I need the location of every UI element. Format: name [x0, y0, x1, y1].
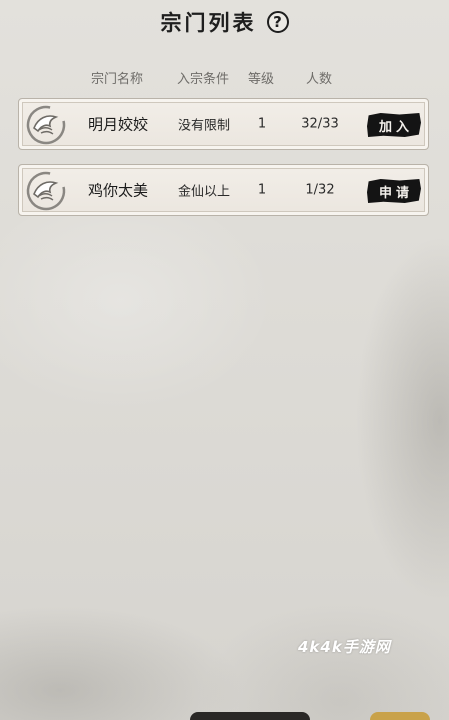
member-count: 1/32 — [305, 182, 335, 198]
page-title: 宗门列表 — [160, 10, 257, 35]
header-member-count: 人数 — [305, 72, 333, 87]
question-circle-icon[interactable]: ? — [266, 11, 289, 33]
table-row: 明月姣姣 没有限制 1 32/33 加入 — [18, 98, 429, 150]
apply-button[interactable]: 申请 — [367, 179, 421, 203]
crane-emblem-icon — [26, 171, 66, 211]
table-header: 宗门名称 入宗条件 等级 人数 — [0, 68, 449, 88]
member-count: 32/33 — [301, 116, 339, 132]
join-button[interactable]: 加入 — [367, 113, 421, 137]
join-condition: 金仙以上 — [177, 184, 231, 200]
header-sect-name: 宗门名称 — [90, 72, 144, 87]
table-row: 鸡你太美 金仙以上 1 1/32 申请 — [18, 164, 429, 216]
bottom-decoration — [190, 712, 310, 720]
sect-level: 1 — [257, 116, 267, 132]
join-condition: 没有限制 — [177, 118, 231, 134]
sect-name: 鸡你太美 — [87, 181, 149, 200]
header-join-condition: 入宗条件 — [176, 72, 230, 87]
sect-name: 明月姣姣 — [87, 115, 149, 134]
sect-level: 1 — [257, 182, 267, 198]
title-bar: 宗门列表 ? — [0, 6, 449, 38]
bottom-decoration — [370, 712, 430, 720]
watermark: 4k4k手游网 — [298, 638, 391, 656]
header-level: 等级 — [247, 72, 275, 87]
crane-emblem-icon — [26, 105, 66, 145]
